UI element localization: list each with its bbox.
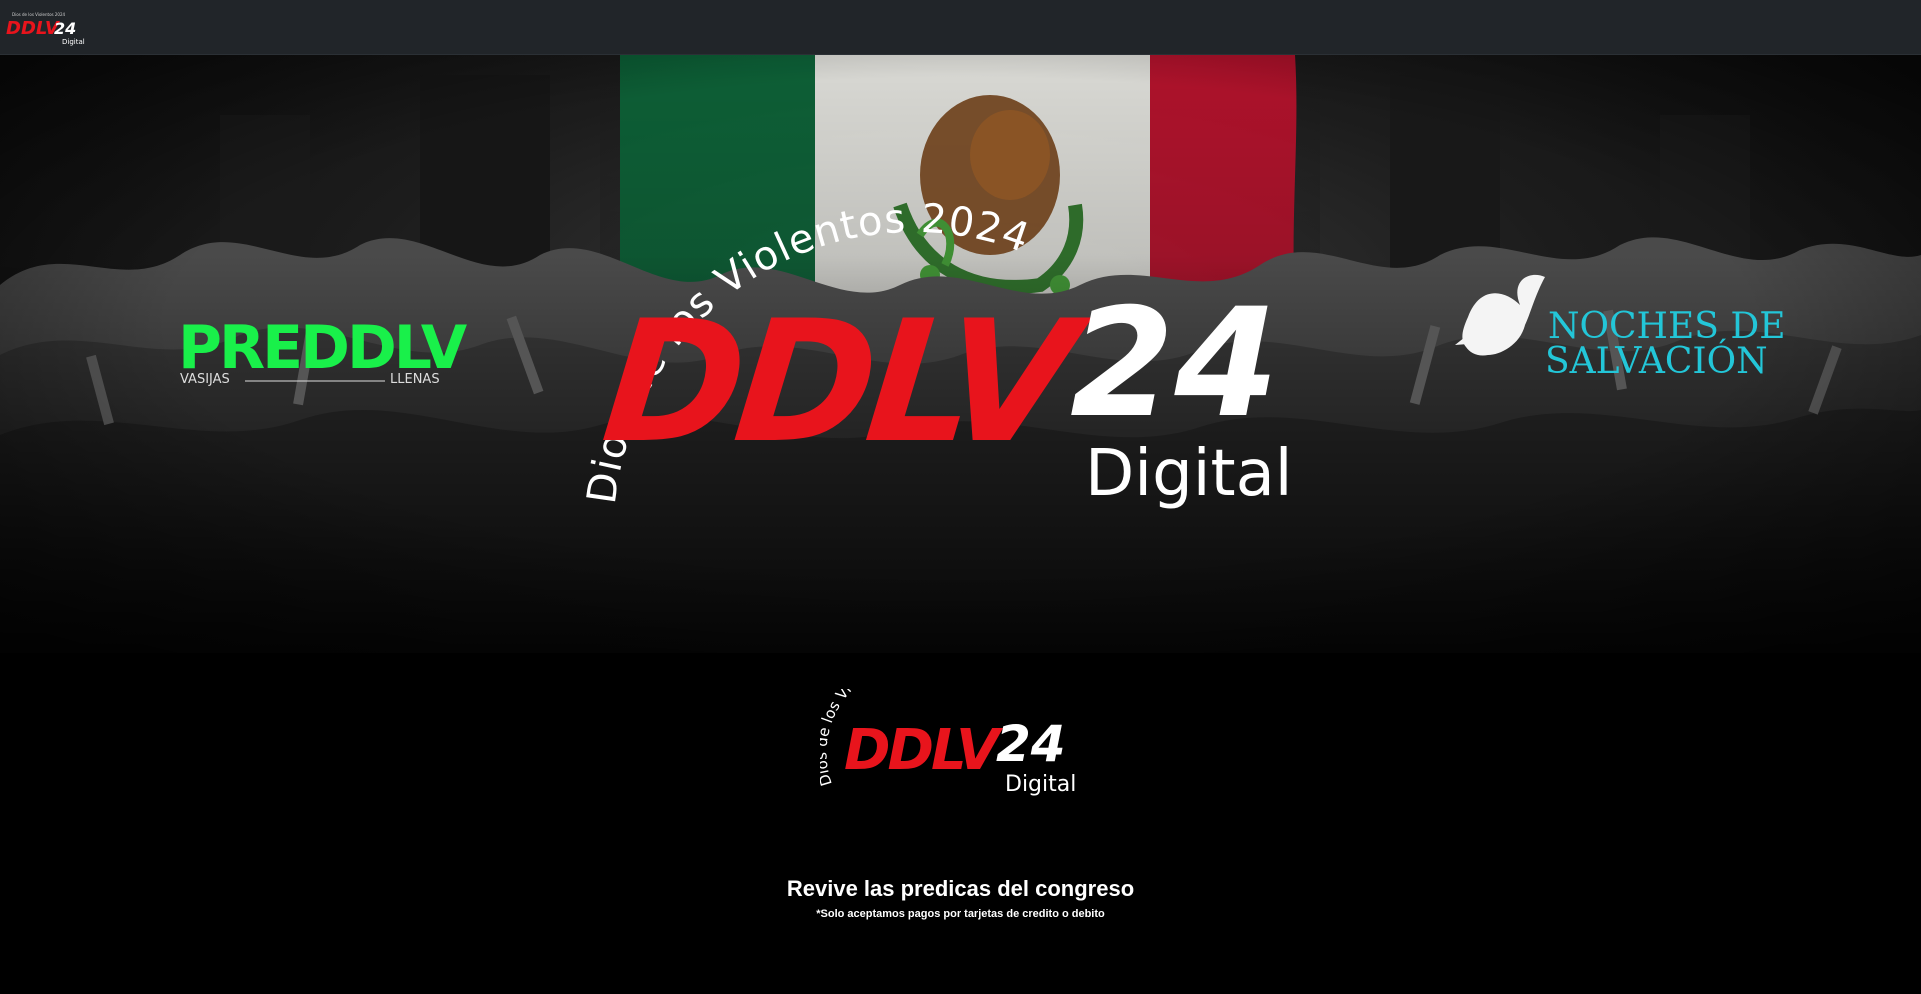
content-ddlv24-logo: Dios de los Violentos 2024 DDLV 24 Digit… bbox=[820, 689, 1076, 797]
ddlv24-nav-logo: Dios de los Violentos 2024 DDLV 24 Digit… bbox=[6, 12, 85, 46]
nav-logo-link[interactable]: Dios de los Violentos 2024 DDLV 24 Digit… bbox=[2, 8, 90, 48]
noches-line2: SALVACIÓN bbox=[1545, 340, 1768, 382]
nav-logo-number: 24 bbox=[54, 19, 76, 38]
page-title: Revive las predicas del congreso bbox=[786, 876, 1135, 901]
preddlv-brand-logo: PREDDLV VASIJAS LLENAS bbox=[178, 313, 471, 387]
preddlv-tagline-left: VASIJAS bbox=[180, 372, 230, 387]
hero-number: 24 bbox=[1070, 277, 1279, 451]
content-section: Dios de los Violentos 2024 DDLV 24 Digit… bbox=[0, 653, 1921, 994]
nav-logo-mark: DDLV bbox=[6, 18, 61, 39]
hero-sub: Digital bbox=[1085, 437, 1293, 511]
payment-note: *Solo aceptamos pagos por tarjetas de cr… bbox=[816, 908, 1105, 920]
hero-mark: DDLV bbox=[595, 284, 1096, 479]
content-logo-mark: DDLV bbox=[844, 718, 1004, 783]
navbar: Dios de los Violentos 2024 DDLV 24 Digit… bbox=[0, 0, 1921, 55]
hero-banner: Dios de los Violentos 2024 DDLV 24 Digit… bbox=[0, 55, 1921, 653]
hero-artwork: Dios de los Violentos 2024 DDLV 24 Digit… bbox=[0, 55, 1921, 653]
preddlv-tagline-right: LLENAS bbox=[390, 372, 440, 387]
nav-logo-sub: Digital bbox=[62, 38, 85, 46]
nav-logo-caption: Dios de los Violentos 2024 bbox=[12, 12, 66, 17]
content-logo-sub: Digital bbox=[1005, 772, 1076, 797]
content-logo-number: 24 bbox=[996, 715, 1066, 773]
